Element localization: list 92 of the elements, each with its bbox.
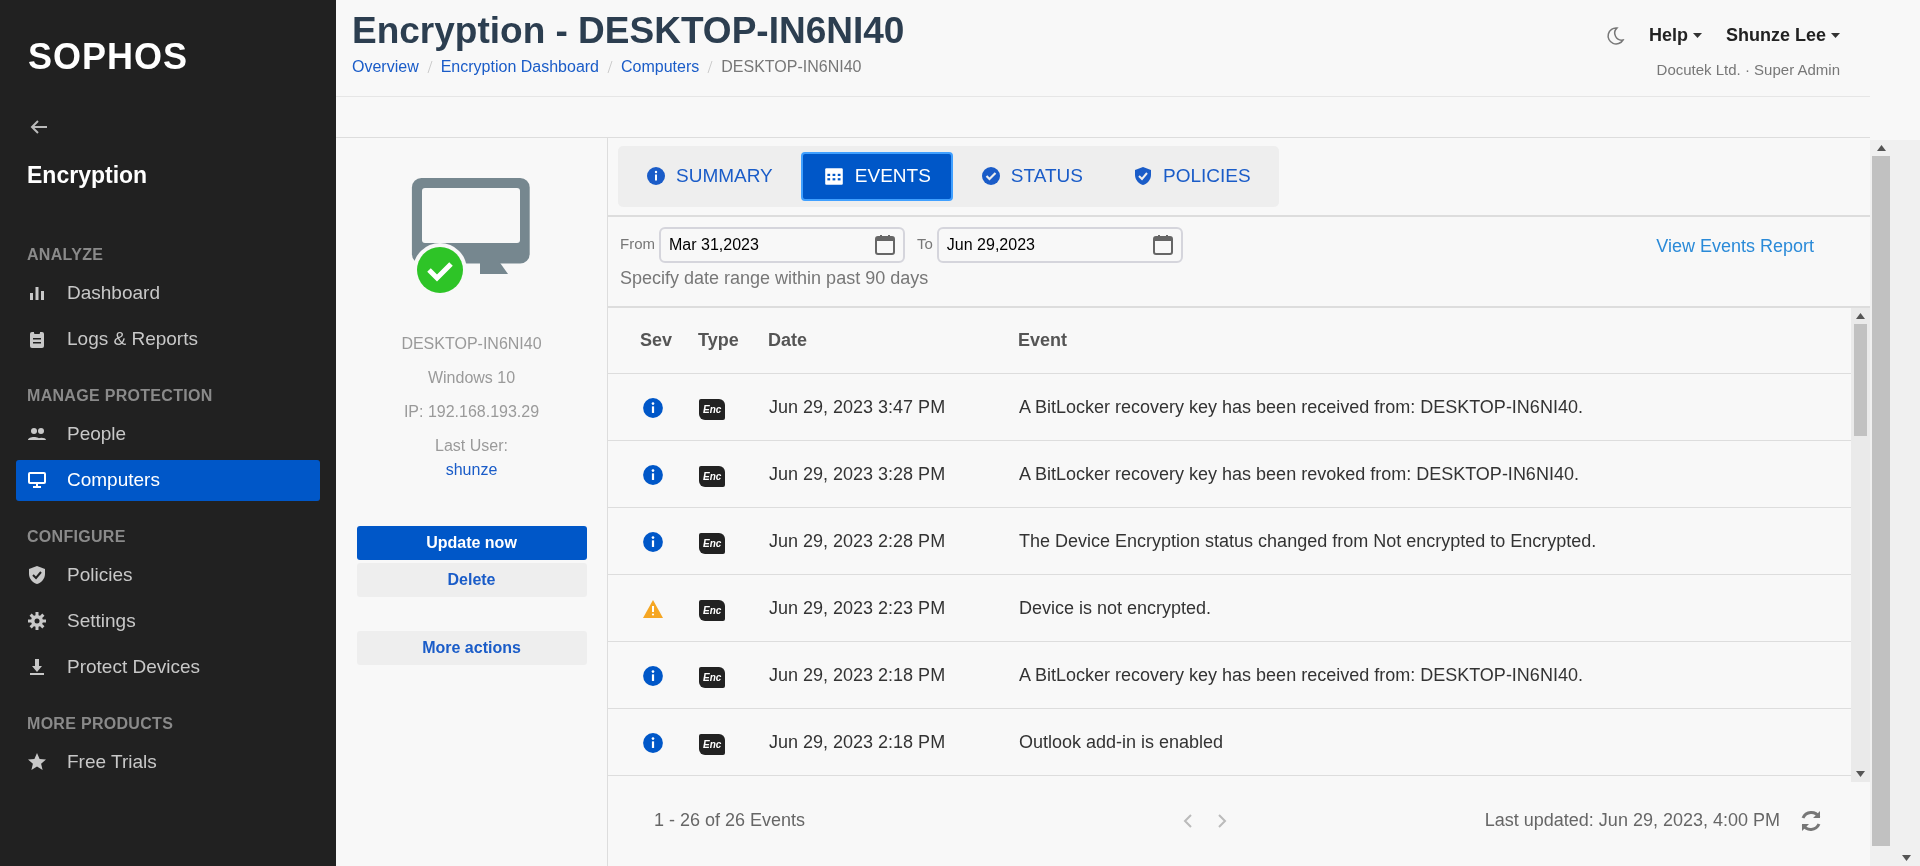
column-header: Date xyxy=(768,329,807,350)
breadcrumb-separator xyxy=(707,59,714,74)
nav-item[interactable]: People xyxy=(16,413,320,455)
os-version: Windows 10 xyxy=(426,368,517,388)
back-arrow-icon[interactable] xyxy=(30,118,48,135)
event-date: Jun 29, 2023 3:47 PM xyxy=(769,396,946,417)
page-scrollbar[interactable] xyxy=(1870,140,1892,866)
more-actions-button[interactable]: More actions xyxy=(356,631,587,665)
ip-address: IP: 192.168.193.29 xyxy=(402,402,541,422)
download-icon xyxy=(27,657,47,677)
breadcrumb-separator xyxy=(426,59,433,74)
date-range-hint: Specify date range within past 90 days xyxy=(620,266,930,290)
shield-check-icon xyxy=(27,565,47,585)
nav-item[interactable]: Settings xyxy=(16,600,320,642)
section-title: Encryption xyxy=(27,161,148,190)
nav-item[interactable]: Computers xyxy=(16,459,320,501)
breadcrumb-link[interactable]: Overview xyxy=(352,54,419,79)
nav-heading: MORE PRODUCTS xyxy=(27,713,174,734)
page-title: Encryption - DESKTOP-IN6NI40 xyxy=(352,12,905,51)
clipboard-icon xyxy=(27,329,47,349)
encryption-type-icon: Enc xyxy=(699,599,726,621)
scroll-up-arrow-icon[interactable] xyxy=(1856,312,1865,319)
nav-heading: MANAGE PROTECTION xyxy=(27,385,213,406)
encryption-type-icon: Enc xyxy=(699,733,726,755)
check-circle-icon xyxy=(980,166,1001,187)
scrollbar-thumb[interactable] xyxy=(1872,156,1890,846)
window-scrollbar[interactable] xyxy=(1892,140,1920,866)
device-name: DESKTOP-IN6NI40 xyxy=(400,334,543,354)
caret-icon xyxy=(1692,33,1702,40)
tab[interactable]: EVENTS xyxy=(800,152,953,201)
caret-icon xyxy=(1831,33,1840,40)
nav-item[interactable]: Dashboard xyxy=(16,272,320,314)
event-description: A BitLocker recovery key has been revoked from: DESKTOP-IN6NI40. xyxy=(1019,463,1579,484)
user-menu[interactable]: Shunze Lee xyxy=(1725,22,1840,49)
from-label: From xyxy=(620,234,655,255)
breadcrumb-link[interactable]: Computers xyxy=(621,54,700,79)
star-icon xyxy=(27,752,47,772)
help-menu[interactable]: Help xyxy=(1648,22,1702,49)
breadcrumb-current: DESKTOP-IN6NI40 xyxy=(721,56,862,77)
event-description: A BitLocker recovery key has been received from: DESKTOP-IN6NI40. xyxy=(1019,396,1583,417)
nav-item[interactable]: Protect Devices xyxy=(16,646,320,688)
from-date-field[interactable]: Mar 31,2023 xyxy=(659,226,905,263)
logo: SOPHOS xyxy=(27,35,189,79)
nav-item[interactable]: Policies xyxy=(16,554,320,596)
view-events-report-link[interactable]: View Events Report xyxy=(1656,235,1814,256)
last-user-link[interactable]: shunze xyxy=(445,461,498,478)
event-description: Outlook add-in is enabled xyxy=(1019,731,1224,752)
update-now-button[interactable]: Update now xyxy=(356,526,587,560)
encryption-type-icon: Enc xyxy=(699,666,726,688)
nav-item[interactable]: Logs & Reports xyxy=(16,318,320,360)
info-icon xyxy=(646,166,666,187)
monitor-icon xyxy=(27,470,47,490)
encryption-type-icon: Enc xyxy=(699,398,726,420)
calendar-icon[interactable] xyxy=(874,233,896,256)
calendar-icon xyxy=(822,165,845,188)
to-label: To xyxy=(917,234,933,255)
encryption-type-icon: Enc xyxy=(699,465,726,487)
event-date: Jun 29, 2023 2:18 PM xyxy=(769,731,946,752)
nav-heading: CONFIGURE xyxy=(27,526,126,547)
moon-icon[interactable] xyxy=(1604,25,1625,46)
column-header: Event xyxy=(1018,329,1068,350)
event-description: Device is not encrypted. xyxy=(1019,597,1212,618)
encryption-type-icon: Enc xyxy=(699,532,726,554)
last-updated: Last updated: Jun 29, 2023, 4:00 PM xyxy=(1484,809,1780,832)
event-date: Jun 29, 2023 2:18 PM xyxy=(769,664,946,685)
scroll-up-arrow-icon[interactable] xyxy=(1876,145,1886,151)
nav-item[interactable]: Free Trials xyxy=(16,741,320,783)
nav-heading: ANALYZE xyxy=(27,244,104,265)
breadcrumb-link[interactable]: Encryption Dashboard xyxy=(440,54,599,79)
to-date-field[interactable]: Jun 29,2023 xyxy=(936,226,1183,263)
event-date: Jun 29, 2023 3:28 PM xyxy=(769,463,946,484)
gear-icon xyxy=(27,611,47,631)
tab[interactable]: SUMMARY xyxy=(624,152,795,201)
shield-check-icon xyxy=(1132,166,1153,187)
event-description: A BitLocker recovery key has been received from: DESKTOP-IN6NI40. xyxy=(1019,664,1583,685)
tab[interactable]: POLICIES xyxy=(1110,152,1273,201)
event-count: 1 - 26 of 26 Events xyxy=(654,809,806,832)
last-user-label: Last User: xyxy=(434,436,509,456)
scrollbar-thumb[interactable] xyxy=(1854,323,1867,436)
event-date: Jun 29, 2023 2:23 PM xyxy=(769,597,946,618)
event-date: Jun 29, 2023 2:28 PM xyxy=(769,530,946,551)
calendar-icon[interactable] xyxy=(1151,233,1174,256)
account-info: Docutek Ltd. · Super Admin xyxy=(1655,60,1840,80)
delete-button[interactable]: Delete xyxy=(356,563,587,597)
breadcrumb-separator xyxy=(607,59,613,74)
tab[interactable]: STATUS xyxy=(958,152,1105,201)
table-scrollbar[interactable] xyxy=(1851,307,1870,782)
column-header: Sev xyxy=(640,329,673,350)
scroll-down-arrow-icon[interactable] xyxy=(1856,770,1865,777)
event-description: The Device Encryption status changed from Not encrypted to Encrypted. xyxy=(1019,530,1597,551)
scroll-down-arrow-icon[interactable] xyxy=(1901,855,1911,861)
column-header: Type xyxy=(698,329,739,350)
